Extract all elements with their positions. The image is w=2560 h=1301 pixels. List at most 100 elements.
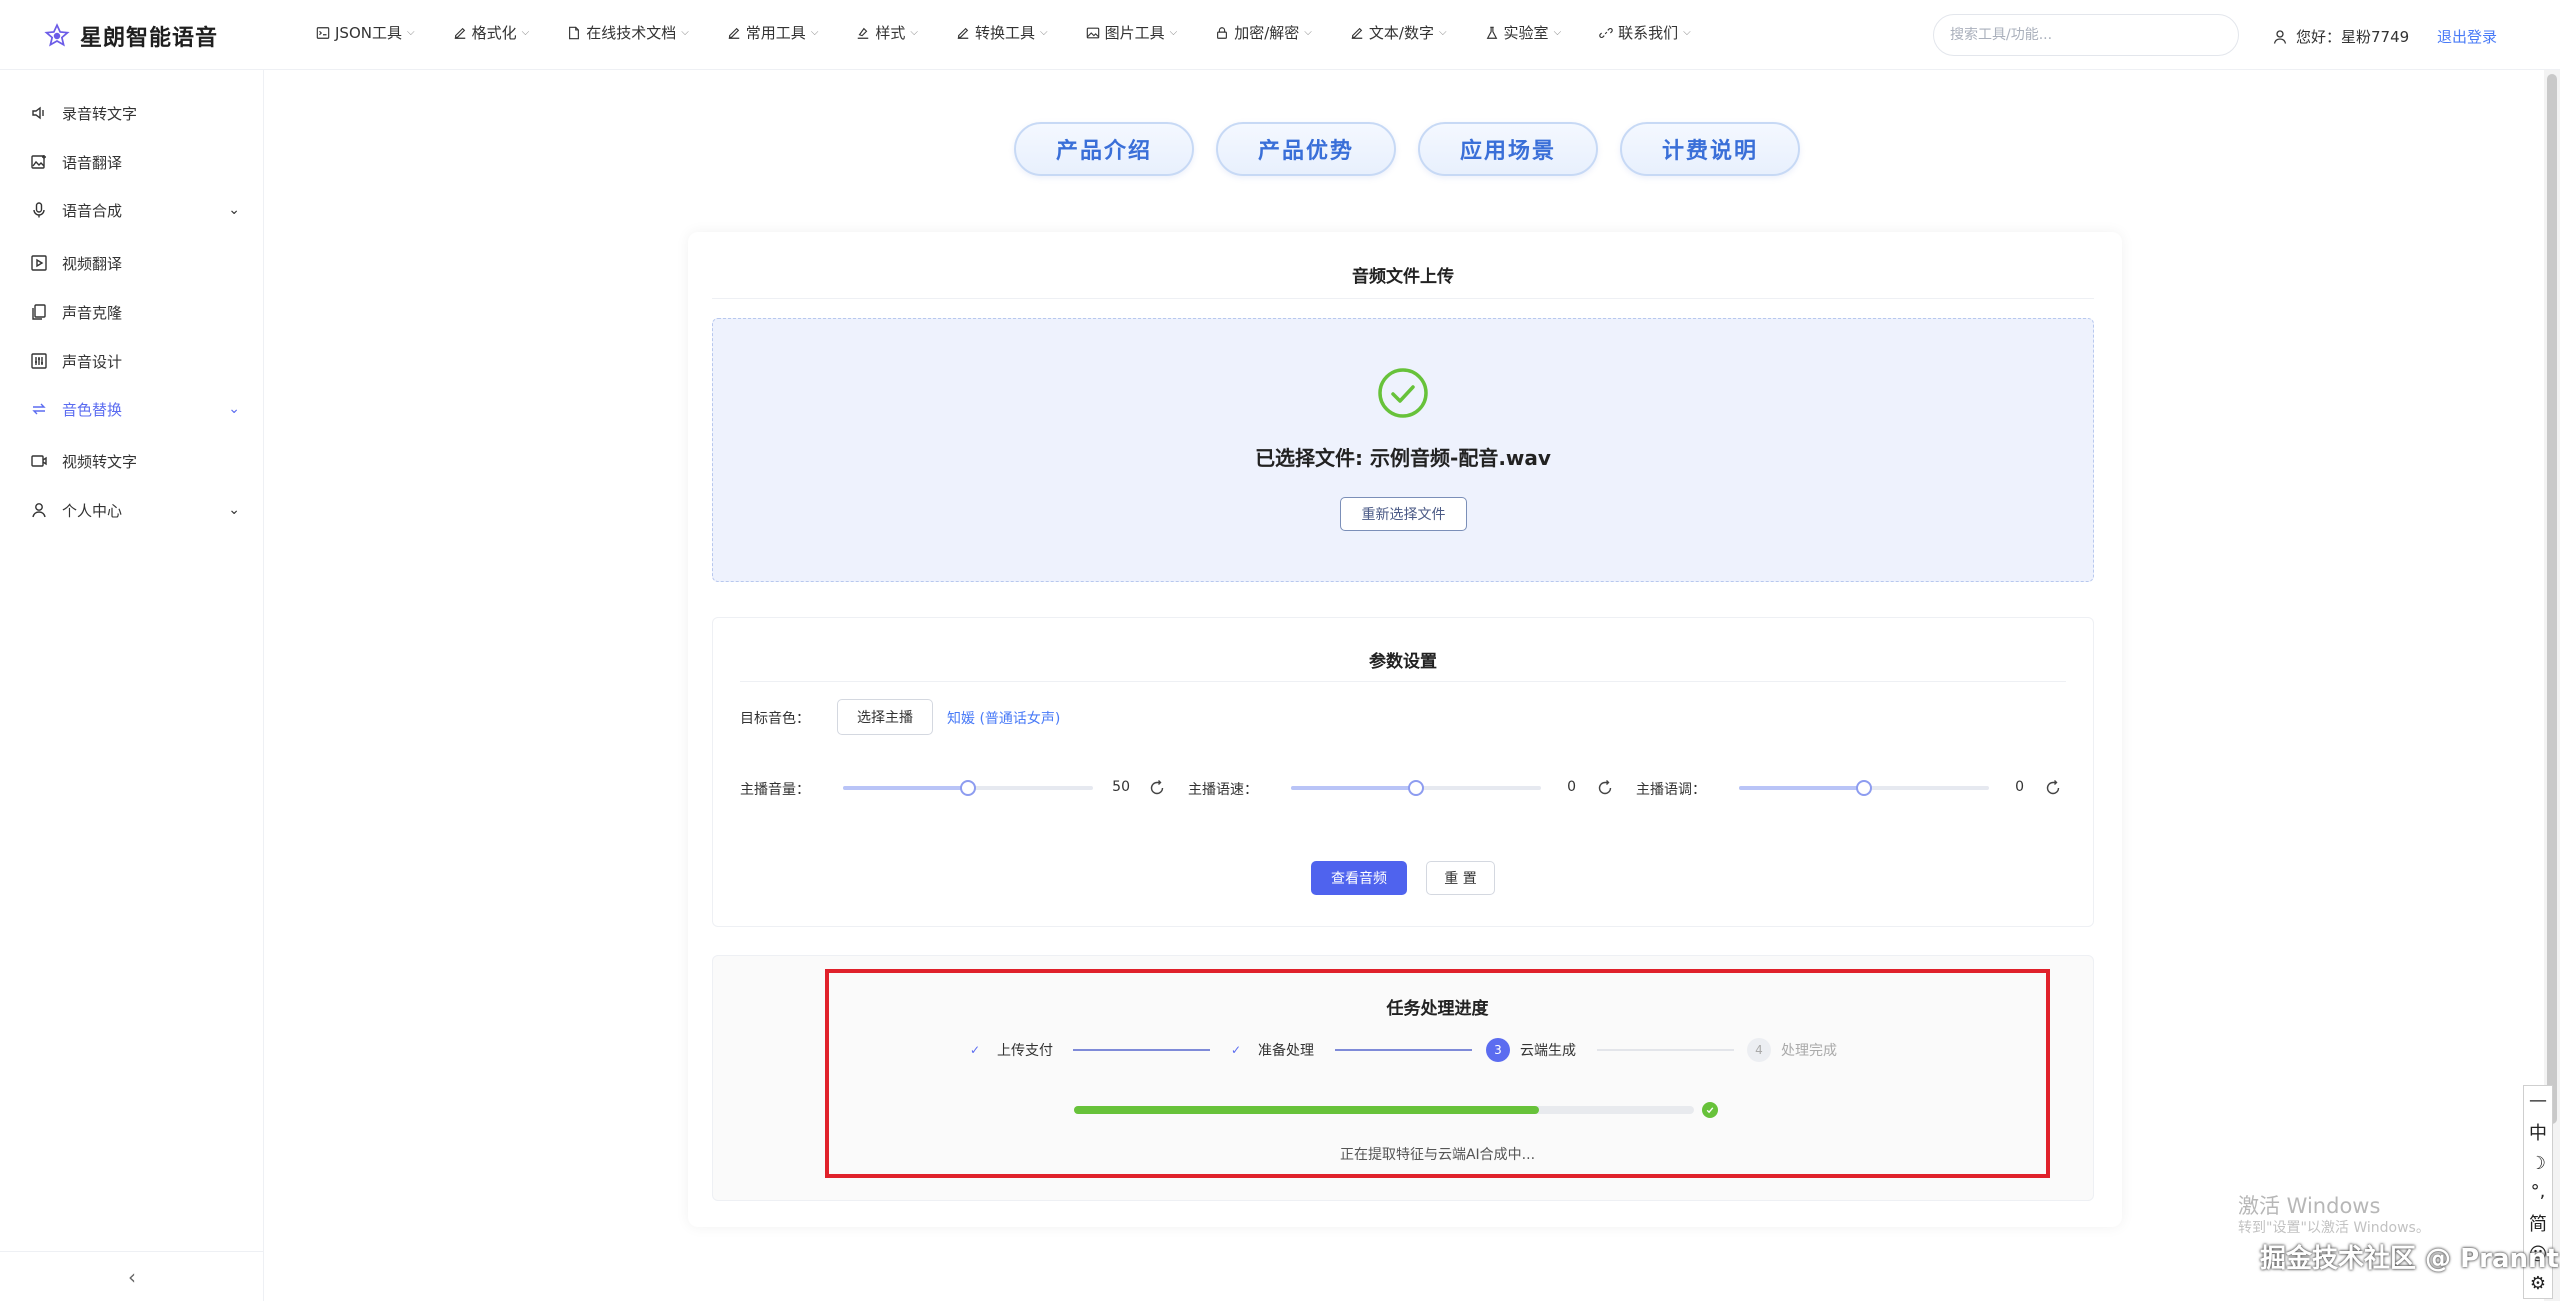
check-icon: ✓	[1230, 1043, 1242, 1057]
chevron-down-icon: ⌵	[1304, 27, 1312, 38]
sidebar-item-label: 声音克隆	[62, 303, 123, 322]
chevron-down-icon: ⌵	[521, 27, 530, 38]
link-icon	[1599, 27, 1613, 38]
windows-activation-title: 激活 Windows	[2238, 1194, 2381, 1218]
document-icon	[569, 26, 580, 39]
ime-moon-icon[interactable]: ☽	[2530, 1153, 2546, 1174]
chevron-down-icon: ⌵	[1040, 27, 1048, 38]
step-label: 上传支付	[997, 1043, 1053, 1059]
sidebar-item-personal-center[interactable]: 个人中心 ⌄	[0, 486, 264, 534]
step-upload-pay: ✓ 上传支付	[963, 1038, 1053, 1062]
chevron-down-icon: ⌄	[228, 401, 240, 417]
sidebar-item-voice-design[interactable]: 声音设计	[0, 337, 264, 385]
reset-button[interactable]: 重 置	[1426, 861, 1495, 895]
user-icon	[32, 503, 46, 518]
pitch-value: 0	[2015, 779, 2024, 795]
ime-minimize-icon[interactable]: —	[2529, 1090, 2547, 1111]
sidebar-item-speech-translate[interactable]: 语音翻译	[0, 138, 264, 186]
sidebar-collapse-button[interactable]: ‹	[0, 1251, 264, 1301]
sidebar-item-speech-synthesis[interactable]: 语音合成 ⌄	[0, 186, 264, 234]
chevron-down-icon: ⌵	[1438, 27, 1447, 38]
copy-icon	[32, 304, 46, 320]
divider	[712, 298, 2094, 299]
nav-tech-docs[interactable]: 在线技术文档 ⌵	[567, 22, 689, 43]
paint-icon	[858, 27, 869, 39]
pitch-slider[interactable]	[1739, 780, 1989, 796]
sidebar-item-video-to-text[interactable]: 视频转文字	[0, 437, 264, 485]
nav-lab[interactable]: 实验室 ⌵	[1485, 22, 1561, 43]
divider	[740, 681, 2066, 682]
sidebar-item-label: 语音翻译	[62, 153, 123, 172]
target-voice-label: 目标音色：	[740, 711, 810, 727]
swap-icon	[32, 403, 46, 415]
ime-chinese-mode[interactable]: 中	[2529, 1119, 2547, 1145]
tab-product-intro[interactable]: 产品介绍	[1014, 122, 1194, 176]
slider-thumb[interactable]	[1856, 780, 1872, 796]
nav-json-tools[interactable]: JSON工具 ⌵	[316, 22, 415, 43]
progress-status-text: 正在提取特征与云端AI合成中...	[1339, 1147, 1536, 1163]
tab-product-advantages[interactable]: 产品优势	[1216, 122, 1396, 176]
sidebar-item-label: 语音合成	[62, 201, 123, 220]
choose-host-button[interactable]: 选择主播	[837, 699, 933, 735]
step-connector	[1335, 1049, 1472, 1051]
user-icon	[2273, 29, 2287, 44]
sidebar-item-voice-replace[interactable]: 音色替换 ⌄	[0, 385, 264, 433]
terminal-icon	[316, 26, 330, 39]
nav-label: 转换工具	[975, 24, 1036, 42]
slider-thumb[interactable]	[960, 780, 976, 796]
volume-slider[interactable]	[843, 780, 1093, 796]
nav-format[interactable]: 格式化 ⌵	[453, 22, 530, 43]
nav-image-tools[interactable]: 图片工具 ⌵	[1086, 22, 1177, 43]
step-connector	[1073, 1049, 1210, 1051]
step-complete: 4 处理完成	[1747, 1038, 1837, 1062]
chevron-down-icon: ⌵	[681, 27, 689, 38]
ime-simplified[interactable]: 简	[2529, 1210, 2547, 1236]
chevron-down-icon: ⌵	[1683, 27, 1691, 38]
tab-pricing[interactable]: 计费说明	[1620, 122, 1800, 176]
logout-link[interactable]: 退出登录	[2437, 26, 2497, 47]
selected-voice-name[interactable]: 知媛 (普通话女声)	[947, 708, 1060, 728]
tab-use-cases[interactable]: 应用场景	[1418, 122, 1598, 176]
step-prepare: ✓ 准备处理	[1224, 1038, 1314, 1062]
reselect-file-button[interactable]: 重新选择文件	[1340, 497, 1467, 531]
nav-label: 加密/解密	[1234, 24, 1300, 42]
ime-punctuation[interactable]: °,	[2531, 1181, 2546, 1202]
ime-settings-icon[interactable]: ⚙	[2530, 1273, 2546, 1294]
nav-convert-tools[interactable]: 转换工具 ⌵	[956, 22, 1048, 43]
task-progress-title: 任务处理进度	[1386, 999, 1489, 1019]
top-header: 星朗智能语音 JSON工具 ⌵ 格式化 ⌵ 在线技术文档 ⌵ 常用工具 ⌵ 样式 ⌵ 转换…	[0, 0, 2560, 70]
lock-icon	[1217, 26, 1228, 39]
refresh-icon[interactable]	[1596, 779, 1614, 797]
volume-label: 主播音量：	[740, 782, 810, 798]
brand[interactable]: 星朗智能语音	[44, 20, 218, 52]
edit-icon	[454, 27, 465, 39]
slider-thumb[interactable]	[1408, 780, 1424, 796]
refresh-icon[interactable]	[2044, 779, 2062, 797]
sidebar: 录音转文字 语音翻译 语音合成 ⌄ 视频翻译 声音克隆 声音设计 音色替换 ⌄ …	[0, 70, 264, 1301]
play-box-icon	[31, 255, 47, 271]
pitch-label: 主播语调：	[1636, 782, 1706, 798]
upload-section-title: 音频文件上传	[1352, 267, 1454, 287]
nav-label: 实验室	[1503, 24, 1549, 42]
speaker-icon	[32, 106, 44, 120]
speed-slider[interactable]	[1291, 780, 1541, 796]
nav-text-number[interactable]: 文本/数字 ⌵	[1350, 22, 1447, 43]
selected-file-label: 已选择文件: 示例音频-配音.wav	[1255, 446, 1551, 470]
refresh-icon[interactable]	[1148, 779, 1166, 797]
chevron-down-icon: ⌵	[910, 27, 919, 38]
sidebar-item-recording-to-text[interactable]: 录音转文字	[0, 89, 264, 137]
nav-encrypt[interactable]: 加密/解密 ⌵	[1215, 22, 1312, 43]
microphone-icon	[33, 202, 45, 218]
search-input[interactable]	[1933, 14, 2239, 56]
sidebar-item-voice-clone[interactable]: 声音克隆	[0, 288, 264, 336]
nav-style[interactable]: 样式 ⌵	[856, 22, 918, 43]
nav-contact[interactable]: 联系我们 ⌵	[1599, 22, 1691, 43]
nav-common-tools[interactable]: 常用工具 ⌵	[727, 22, 818, 43]
sidebar-item-label: 视频转文字	[62, 452, 138, 471]
slider-fill	[1739, 786, 1864, 790]
view-audio-button[interactable]: 查看音频	[1311, 861, 1407, 895]
sliders-icon	[31, 353, 47, 369]
edit-icon	[728, 27, 740, 39]
sidebar-item-video-translate[interactable]: 视频翻译	[0, 239, 264, 287]
scrollbar-thumb[interactable]	[2547, 74, 2557, 1124]
